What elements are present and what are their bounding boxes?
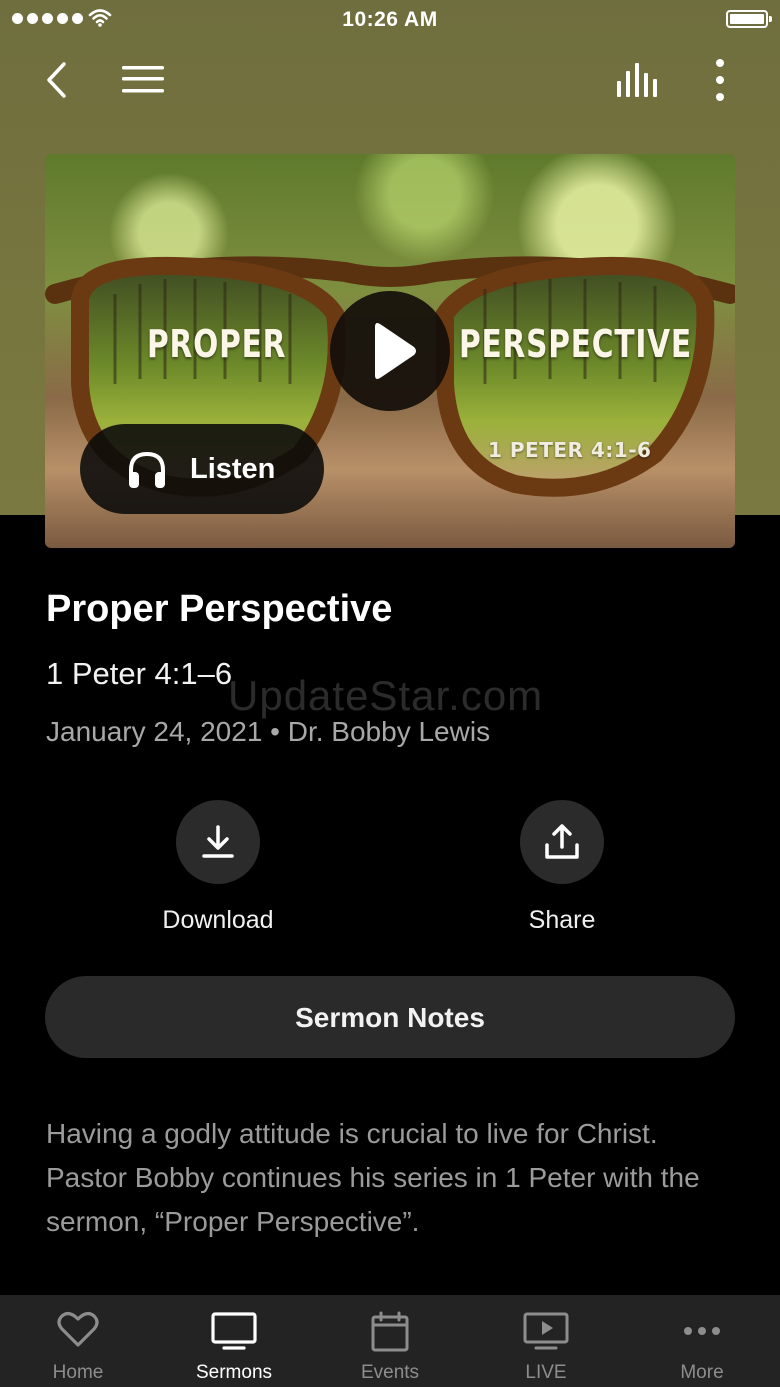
ellipsis-icon <box>684 1327 720 1335</box>
vertical-dots-icon[interactable] <box>712 58 728 102</box>
hamburger-menu-icon[interactable] <box>120 64 166 96</box>
listen-button[interactable]: Listen <box>80 424 324 514</box>
tab-events[interactable]: Events <box>312 1295 468 1387</box>
monitor-icon <box>211 1312 257 1350</box>
sermon-description: Having a godly attitude is crucial to li… <box>46 1118 700 1237</box>
top-nav <box>0 55 780 105</box>
tab-live[interactable]: LIVE <box>468 1295 624 1387</box>
play-icon <box>375 323 416 379</box>
headphones-icon <box>129 451 165 488</box>
status-time: 10:26 AM <box>342 8 438 31</box>
tab-live-label: LIVE <box>525 1362 567 1383</box>
tab-home[interactable]: Home <box>0 1295 156 1387</box>
calendar-icon <box>371 1311 409 1352</box>
share-label: Share <box>528 906 596 934</box>
tab-sermons[interactable]: Sermons <box>156 1295 312 1387</box>
audio-bars-icon[interactable] <box>614 61 662 99</box>
tab-more[interactable]: More <box>624 1295 780 1387</box>
sermon-artwork[interactable]: PROPER PERSPECTIVE 1 PETER 4:1-6 Listen <box>45 154 735 548</box>
watermark: UpdateStar.com <box>228 672 544 719</box>
listen-label: Listen <box>190 452 276 485</box>
download-button[interactable] <box>176 800 260 884</box>
download-action[interactable]: Download <box>128 800 308 935</box>
tab-sermons-label: Sermons <box>195 1362 273 1383</box>
download-icon <box>202 825 234 858</box>
tab-events-label: Events <box>360 1362 420 1383</box>
battery-icon <box>726 10 772 28</box>
sermon-meta: January 24, 2021 • Dr. Bobby Lewis <box>46 716 491 747</box>
tab-more-label: More <box>680 1362 724 1383</box>
tab-home-label: Home <box>52 1362 104 1383</box>
tab-bar: Home Sermons Events LIVE More <box>0 1295 780 1387</box>
status-bar: 10:26 AM <box>0 0 780 40</box>
play-button[interactable] <box>330 291 450 411</box>
download-label: Download <box>162 906 274 934</box>
heart-icon <box>57 1312 99 1347</box>
sermon-scripture: 1 Peter 4:1–6 <box>46 656 233 691</box>
artwork-title-left: PROPER <box>147 322 287 366</box>
tv-play-icon <box>523 1312 569 1350</box>
artwork-title-right: PERSPECTIVE <box>459 322 692 366</box>
share-icon <box>545 824 579 859</box>
artwork-scripture-ref: 1 PETER 4:1-6 <box>488 438 652 462</box>
chevron-left-icon[interactable] <box>42 60 72 100</box>
share-button[interactable] <box>520 800 604 884</box>
sermon-notes-button[interactable]: Sermon Notes <box>45 976 735 1058</box>
share-action[interactable]: Share <box>472 800 652 935</box>
sermon-title: Proper Perspective <box>46 588 393 630</box>
